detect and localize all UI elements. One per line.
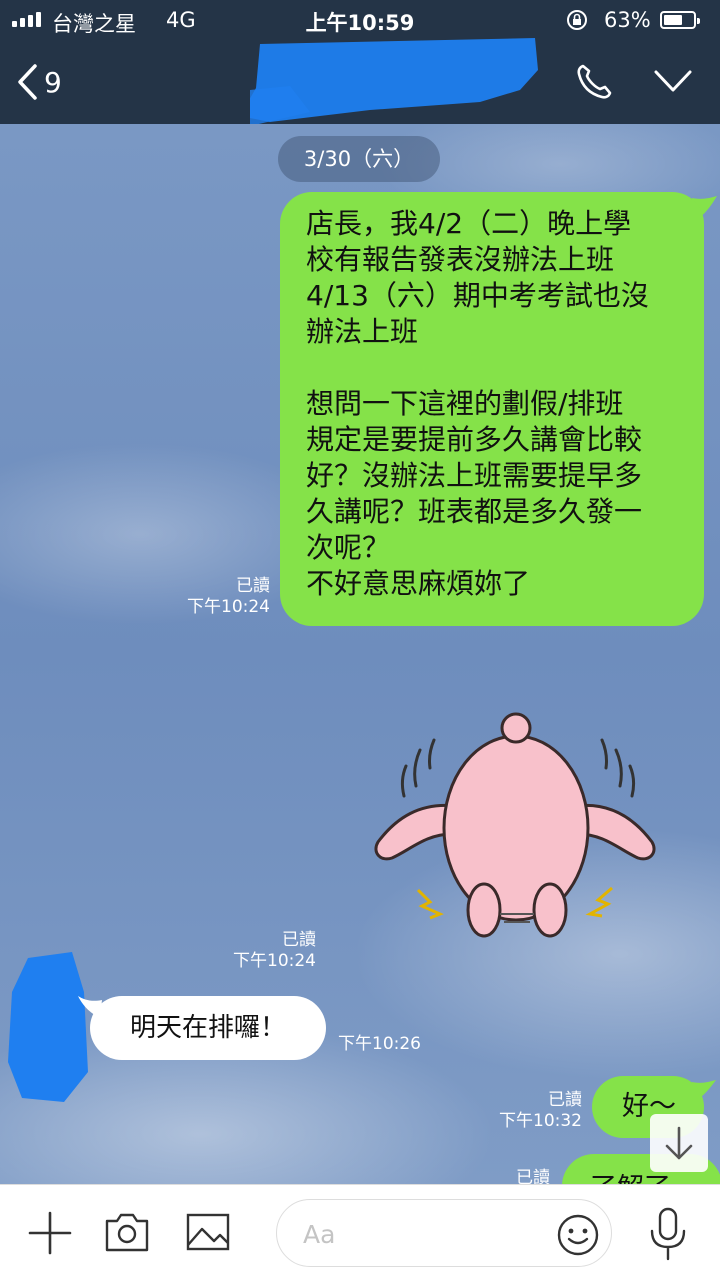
read-receipt: 已讀 (282, 930, 316, 950)
read-receipt: 已讀 (548, 1090, 582, 1110)
contact-name-redacted[interactable] (250, 30, 540, 130)
rotation-lock-icon (567, 10, 587, 30)
chevron-left-icon (18, 64, 37, 100)
message-time: 下午10:26 (338, 1034, 421, 1054)
message-time: 下午10:24 (187, 597, 270, 617)
camera-icon[interactable] (104, 1211, 150, 1253)
battery-icon (660, 11, 700, 29)
chat-area[interactable]: 3/30（六） 店長，我4/2（二）晚上學 校有報告發表沒辦法上班 4/13（六… (0, 124, 720, 1184)
message-time: 下午10:24 (233, 951, 316, 971)
plus-icon[interactable] (26, 1209, 74, 1257)
microphone-icon[interactable] (648, 1207, 688, 1261)
avatar-redacted[interactable] (8, 952, 88, 1102)
unread-count: 9 (44, 65, 62, 99)
emoji-icon[interactable] (556, 1213, 600, 1257)
arrow-down-icon (665, 1126, 693, 1160)
redaction-scribble (250, 38, 538, 126)
phone-call-icon[interactable] (574, 62, 614, 102)
message-meta: 已讀 下午10:24 (160, 576, 270, 618)
date-separator: 3/30（六） (278, 136, 440, 182)
message-meta: 已讀 下午10:24 (206, 930, 316, 972)
chat-header: 9 (0, 38, 720, 126)
back-button[interactable]: 9 (16, 58, 62, 106)
chevron-down-icon[interactable] (652, 64, 694, 100)
scroll-to-bottom-button[interactable] (650, 1114, 708, 1172)
battery-percent: 63% (604, 8, 651, 32)
message-bubble-received[interactable]: 明天在排囉！ (90, 996, 326, 1060)
read-receipt: 已讀 (516, 1168, 550, 1184)
pink-bowing-character-sticker[interactable] (370, 710, 660, 950)
message-input-bar (0, 1184, 720, 1281)
read-receipt: 已讀 (236, 576, 270, 596)
message-time: 下午10:32 (499, 1111, 582, 1131)
message-input[interactable] (301, 1214, 545, 1254)
message-meta: 已讀 下午10:32 (472, 1090, 582, 1132)
image-icon[interactable] (186, 1213, 230, 1251)
message-bubble-sent[interactable]: 店長，我4/2（二）晚上學 校有報告發表沒辦法上班 4/13（六）期中考考試也沒… (280, 192, 704, 626)
